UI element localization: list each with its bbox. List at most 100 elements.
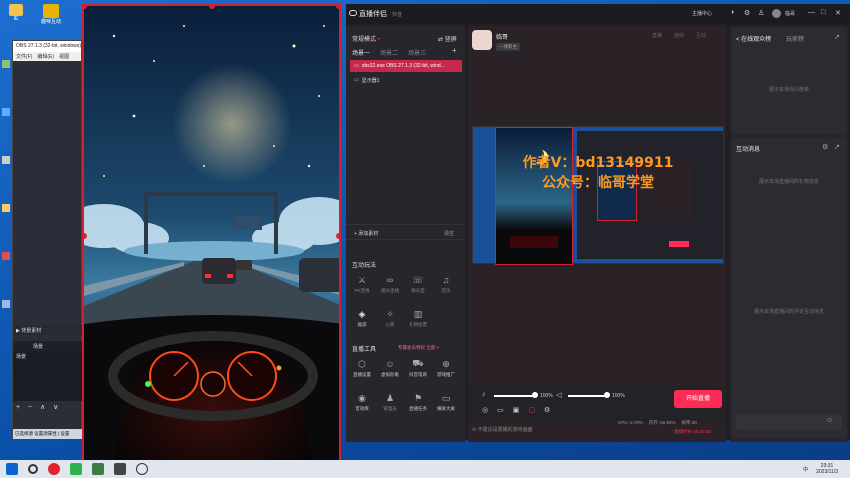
source-item-obs[interactable]: ▭ obs32.exe OBS 27.1.3 (32-bit, wind... bbox=[350, 60, 462, 72]
left-panel: 常规模式 • ⇄ 竖屏 场景一 场景二 场景三 + ▭ obs32.exe OBS… bbox=[346, 26, 465, 442]
desktop-small-icon[interactable] bbox=[2, 60, 10, 68]
speaker-slider-knob[interactable] bbox=[604, 392, 610, 398]
clock-app-icon[interactable] bbox=[136, 463, 148, 475]
live-preview[interactable] bbox=[472, 126, 724, 265]
chatroom-button[interactable]: ☏ 聊天室 bbox=[406, 274, 430, 294]
anchor-center-link[interactable]: 主播中心 bbox=[692, 11, 712, 17]
orientation-toggle[interactable]: ⇄ 竖屏 bbox=[438, 34, 457, 43]
obs-scene-item[interactable]: 场景 bbox=[16, 354, 26, 360]
mic-slider-knob[interactable] bbox=[532, 392, 538, 398]
admin-button[interactable]: ♟ 管理员 bbox=[378, 392, 402, 412]
beauty-icon[interactable]: ◎ bbox=[482, 406, 488, 414]
interaction-popout-icon[interactable]: ↗ bbox=[834, 143, 840, 151]
help-icon[interactable]: ◑ bbox=[730, 9, 734, 16]
audience-link-button[interactable]: ∞ 观众连线 bbox=[378, 274, 402, 294]
streamer-avatar[interactable] bbox=[472, 30, 492, 50]
fps-stat: 帧率:30 bbox=[681, 420, 697, 425]
sound-library-button[interactable]: ◉ 音效库 bbox=[350, 392, 374, 412]
source-item-display[interactable]: ▭ 显示器1 bbox=[350, 74, 462, 86]
desktop-small-icon[interactable] bbox=[2, 300, 10, 308]
desktop-icon-app[interactable]: 趣味互动 bbox=[38, 4, 64, 25]
speaker-slider[interactable] bbox=[568, 395, 606, 397]
source-window-icon: ▭ bbox=[354, 63, 359, 69]
shop-button[interactable]: ⛟ 抖音电商 bbox=[406, 358, 430, 378]
pk-button[interactable]: ⚔ PK连线 bbox=[350, 274, 374, 294]
tab-scene-3[interactable]: 场景三 bbox=[408, 48, 426, 57]
tab-link[interactable]: 连线 bbox=[674, 32, 684, 39]
mode-select[interactable]: 常规模式 • bbox=[352, 34, 380, 43]
obs-menu-edit[interactable]: 编辑(E) bbox=[37, 53, 54, 60]
speaker-icon[interactable]: ◁ bbox=[556, 391, 561, 399]
gift-vote-button[interactable]: ▥ 礼物投票 bbox=[406, 308, 430, 328]
user-avatar[interactable] bbox=[772, 9, 781, 18]
live-companion-window: 直播伴侣 · 抖音 主播中心 ◑ ⚙ ♙ 临哥 — □ ✕ 常规模式 • ⇄ 竖… bbox=[346, 4, 850, 442]
wechat-icon[interactable] bbox=[70, 463, 82, 475]
desktop-small-icon[interactable] bbox=[2, 108, 10, 116]
input-language[interactable]: 中 bbox=[803, 466, 808, 473]
feedback-text[interactable]: ⊘ 不建议设置播的游戏画面 bbox=[472, 426, 533, 433]
tasks-button[interactable]: ⚑ 直播任务 bbox=[406, 392, 430, 412]
tray-clock[interactable]: 23:31 2023/11/3 bbox=[816, 463, 838, 475]
shirt-icon[interactable]: ♙ bbox=[758, 9, 764, 17]
tab-live[interactable]: 直播 bbox=[652, 32, 662, 39]
obs-title-bar[interactable]: OBS 27.1.3 (32-bit, windows) bbox=[13, 41, 81, 52]
clear-sources-button[interactable]: 清空 bbox=[444, 230, 454, 237]
minimize-button[interactable]: — bbox=[808, 9, 815, 16]
resize-handle[interactable] bbox=[336, 6, 339, 9]
maximize-button[interactable]: □ bbox=[821, 9, 825, 16]
tools-promo-link[interactable]: 专属会员特权 全部 > bbox=[398, 345, 439, 351]
interaction-settings-icon[interactable]: ⚙ bbox=[822, 143, 828, 151]
tab-scene-2[interactable]: 场景二 bbox=[380, 48, 398, 57]
camera-icon[interactable]: ▭ bbox=[497, 406, 504, 414]
lucky-bag-button[interactable]: ◈ 福袋 bbox=[350, 308, 374, 328]
wish-button[interactable]: ✧ 心愿 bbox=[378, 308, 402, 328]
tab-player-rank[interactable]: 玩家榜 bbox=[786, 34, 804, 43]
interaction-panel: 互动消息 ⚙ ↗ 展示本场直播间的礼物信息 展示本场直播间的评论互动信息 ☺ bbox=[732, 138, 846, 438]
mic-icon[interactable]: ♪ bbox=[482, 391, 486, 398]
comment-input[interactable]: ☺ bbox=[736, 414, 842, 430]
start-live-button[interactable]: 开始直播 bbox=[674, 390, 722, 408]
user-name[interactable]: 临哥 bbox=[785, 10, 795, 17]
add-source-button[interactable]: + 添加素材 bbox=[354, 230, 378, 237]
music-button[interactable]: ♫ 音乐 bbox=[434, 274, 458, 294]
gamepad-icon: ⊕ bbox=[442, 358, 450, 369]
desktop-small-icon[interactable] bbox=[2, 252, 10, 260]
desktop-small-icon[interactable] bbox=[2, 156, 10, 164]
popout-icon[interactable]: ↗ bbox=[834, 33, 840, 41]
music-icon: ♫ bbox=[442, 275, 450, 285]
record-icon[interactable]: ▢ bbox=[528, 406, 535, 414]
obs-taskbar-icon[interactable] bbox=[114, 463, 126, 475]
avatar-button[interactable]: ☺ 虚拟形象 bbox=[378, 358, 402, 378]
game-promo-button[interactable]: ⊕ 游戏推广 bbox=[434, 358, 458, 378]
app-taskbar-icon[interactable] bbox=[48, 463, 60, 475]
app-subtitle: · 抖音 bbox=[388, 12, 403, 18]
search-icon[interactable] bbox=[28, 464, 38, 474]
tab-interact[interactable]: 互动 bbox=[696, 32, 706, 39]
resize-handle[interactable] bbox=[336, 233, 339, 239]
screen-record-icon[interactable]: ▣ bbox=[513, 406, 520, 414]
start-menu-icon[interactable] bbox=[6, 463, 18, 475]
spreadsheet-icon[interactable] bbox=[92, 463, 104, 475]
obs-source-row[interactable]: ▶ 背景素材 bbox=[13, 325, 83, 335]
landscape-button[interactable]: ▭ 横屏大屏 bbox=[434, 392, 458, 412]
obs-window: OBS 27.1.3 (32-bit, windows) 文件(F) 编辑(E)… bbox=[12, 40, 83, 440]
settings-small-icon[interactable]: ⚙ bbox=[544, 406, 550, 414]
tab-scene-1[interactable]: 场景一 bbox=[352, 48, 370, 57]
sound-icon: ◉ bbox=[358, 392, 366, 403]
obs-menu-file[interactable]: 文件(F) bbox=[16, 53, 32, 60]
add-scene-button[interactable]: + bbox=[452, 46, 457, 55]
settings-icon[interactable]: ⚙ bbox=[744, 9, 750, 17]
emoji-icon[interactable]: ☺ bbox=[826, 417, 833, 424]
preview-app-mirror bbox=[577, 131, 723, 259]
obs-menu-view[interactable]: 视图 bbox=[59, 53, 69, 60]
mic-slider[interactable] bbox=[494, 395, 534, 397]
preview-phone-frame bbox=[495, 127, 573, 265]
live-settings-button[interactable]: ⬡ 直播设置 bbox=[350, 358, 374, 378]
vertical-preview-frame[interactable] bbox=[82, 4, 341, 466]
close-button[interactable]: ✕ bbox=[835, 9, 841, 17]
desktop-icon-ie[interactable]: IE bbox=[6, 4, 26, 22]
tab-audience-rank[interactable]: < 在线观众榜 bbox=[736, 34, 771, 43]
obs-scene-controls[interactable]: + − ∧ ∨ bbox=[16, 403, 61, 411]
obs-scenes-list[interactable]: 场景 bbox=[13, 351, 83, 401]
desktop-small-icon[interactable] bbox=[2, 204, 10, 212]
